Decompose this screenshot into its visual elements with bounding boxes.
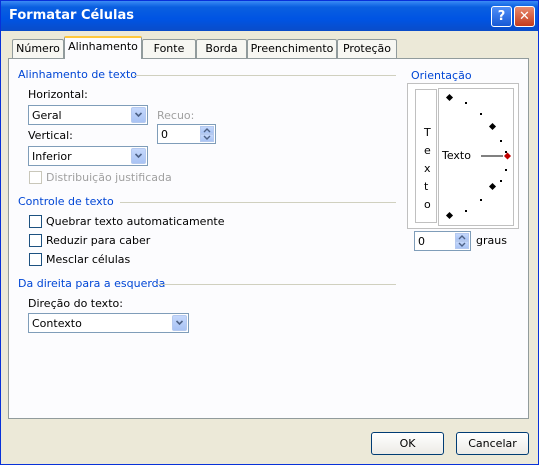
tab-fonte[interactable]: Fonte	[142, 39, 196, 58]
justify-distributed-label: Distribuição justificada	[46, 171, 172, 184]
rtl-section-title: Da direita para a esquerda	[18, 277, 166, 290]
indent-label: Recuo:	[157, 109, 195, 122]
vertical-text-char: T	[424, 126, 431, 139]
degrees-value: 0	[418, 235, 425, 248]
tab-numero[interactable]: Número	[12, 39, 64, 58]
section-divider	[120, 202, 396, 203]
vertical-text-char: o	[424, 198, 431, 211]
horizontal-select-value: Geral	[32, 109, 62, 122]
spin-up-button[interactable]	[200, 126, 214, 134]
merge-cells-checkbox[interactable]	[29, 253, 42, 266]
dial-minor-mark	[500, 140, 502, 142]
dial-major-mark	[488, 182, 497, 191]
spin-up-button[interactable]	[455, 233, 469, 241]
dropdown-button[interactable]	[131, 148, 146, 164]
text-direction-select[interactable]: Contexto	[28, 313, 189, 333]
window-title: Formatar Células	[9, 8, 134, 23]
dial-minor-mark	[500, 180, 502, 182]
indent-spinner[interactable]: 0	[157, 124, 216, 144]
vertical-text-char: x	[424, 162, 431, 175]
section-divider	[134, 75, 396, 76]
dial-major-mark	[445, 93, 454, 102]
vertical-text-toggle[interactable]: T e x t o	[415, 89, 437, 223]
orientation-control: T e x t o Texto	[407, 83, 519, 229]
format-cells-dialog: Formatar Células ? ✕ Número Alinhamento …	[0, 0, 539, 465]
tab-preenchimento[interactable]: Preenchimento	[247, 39, 337, 58]
dial-major-mark	[445, 211, 454, 220]
arrow-up-icon	[203, 128, 211, 133]
vertical-text-char: t	[424, 180, 429, 193]
dropdown-button[interactable]	[131, 107, 146, 123]
chevron-down-icon	[135, 153, 142, 159]
arrow-up-icon	[458, 235, 466, 240]
text-control-section-title: Controle de texto	[18, 195, 114, 208]
horizontal-label: Horizontal:	[28, 88, 88, 101]
wrap-text-checkbox[interactable]	[29, 215, 42, 228]
degrees-spinner[interactable]: 0	[414, 231, 471, 251]
chevron-down-icon	[176, 320, 183, 326]
spin-down-button[interactable]	[455, 241, 469, 249]
degrees-label: graus	[476, 234, 507, 247]
tab-alinhamento[interactable]: Alinhamento	[64, 36, 142, 59]
title-bar[interactable]: Formatar Células ? ✕	[1, 1, 538, 31]
justify-distributed-checkbox[interactable]	[29, 171, 42, 184]
text-direction-label: Direção do texto:	[28, 297, 123, 310]
dial-text: Texto	[442, 149, 471, 162]
close-button[interactable]: ✕	[514, 6, 535, 27]
merge-cells-label: Mesclar células	[46, 253, 131, 266]
arrow-down-icon	[458, 242, 466, 247]
horizontal-select[interactable]: Geral	[28, 105, 148, 125]
tab-borda[interactable]: Borda	[196, 39, 247, 58]
chevron-down-icon	[135, 112, 142, 118]
ok-button[interactable]: OK	[371, 432, 444, 455]
indent-value: 0	[161, 128, 168, 141]
orientation-dial[interactable]: Texto	[438, 88, 514, 226]
dial-minor-mark	[465, 210, 467, 212]
help-icon: ?	[497, 9, 506, 24]
vertical-select-value: Inferior	[32, 150, 72, 163]
help-button[interactable]: ?	[491, 6, 512, 27]
dial-handle	[503, 152, 512, 160]
text-alignment-section-title: Alinhamento de texto	[18, 68, 138, 81]
dial-major-mark	[488, 122, 497, 131]
dial-minor-mark	[480, 113, 482, 115]
close-icon: ✕	[519, 9, 530, 24]
dial-minor-mark	[505, 169, 507, 171]
tab-protecao[interactable]: Proteção	[337, 39, 397, 58]
dial-minor-mark	[465, 102, 467, 104]
dial-minor-mark	[480, 199, 482, 201]
dial-minor-mark	[505, 151, 507, 153]
shrink-to-fit-checkbox[interactable]	[29, 234, 42, 247]
spin-down-button[interactable]	[200, 134, 214, 142]
wrap-text-label: Quebrar texto automaticamente	[46, 215, 225, 228]
orientation-section-title: Orientação	[411, 69, 472, 82]
cancel-button[interactable]: Cancelar	[456, 432, 529, 455]
vertical-label: Vertical:	[28, 129, 73, 142]
vertical-text-char: e	[424, 144, 431, 157]
text-direction-value: Contexto	[32, 317, 82, 330]
arrow-down-icon	[203, 135, 211, 140]
section-divider	[156, 284, 396, 285]
vertical-select[interactable]: Inferior	[28, 146, 148, 166]
shrink-to-fit-label: Reduzir para caber	[46, 234, 151, 247]
dropdown-button[interactable]	[172, 315, 187, 331]
